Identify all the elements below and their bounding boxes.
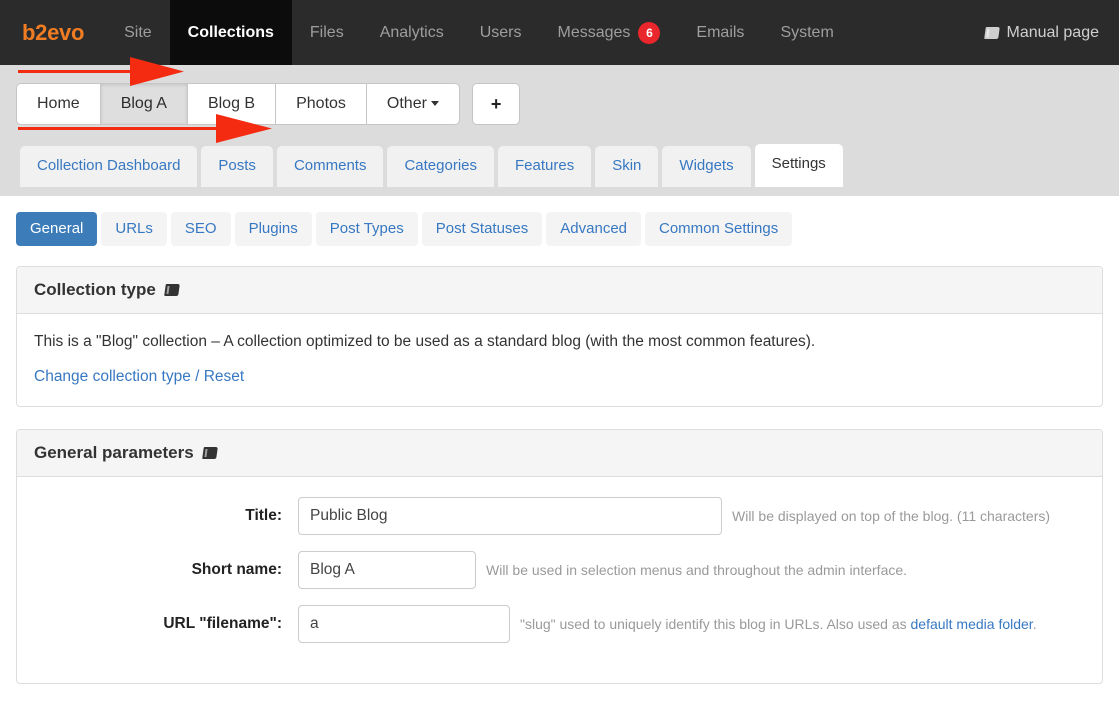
topnav-item-files[interactable]: Files	[292, 0, 362, 65]
sub-tab-plugins[interactable]: Plugins	[234, 212, 312, 246]
manual-page-label: Manual page	[1006, 23, 1099, 41]
section-tab-label: Posts	[218, 157, 256, 174]
sub-tab-post-statuses[interactable]: Post Statuses	[421, 212, 543, 246]
topnav-item-analytics[interactable]: Analytics	[362, 0, 462, 65]
chevron-down-icon	[430, 101, 439, 107]
topnav-label: Users	[479, 23, 522, 41]
sub-tab-label: SEO	[184, 220, 217, 237]
general-parameters-panel: General parameters Title: Will be displa…	[16, 57, 1103, 684]
collection-type-description: This is a "Blog" collection – A collecti…	[34, 333, 816, 350]
change-collection-type-link[interactable]: Change collection type / Reset	[34, 368, 244, 385]
topnav-label: Site	[124, 23, 152, 41]
sub-tab-common-settings[interactable]: Common Settings	[645, 212, 793, 246]
url-filename-field-label: URL "filename":	[163, 615, 282, 632]
section-tabs: Collection Dashboard Posts Comments Cate…	[16, 144, 1119, 187]
general-parameters-panel-header: General parameters	[17, 430, 1102, 477]
sub-tab-seo[interactable]: SEO	[170, 212, 231, 246]
sub-tab-label: URLs	[115, 220, 153, 237]
collection-tab-label: Blog A	[120, 95, 167, 112]
default-media-folder-link[interactable]: default media folder	[911, 616, 1033, 632]
sub-tab-label: Plugins	[248, 220, 298, 237]
collection-tab-label: Home	[37, 95, 80, 112]
sub-tab-label: General	[30, 220, 84, 237]
form-row-short-name: Short name: Will be used in selection me…	[34, 551, 1085, 589]
section-tab-label: Skin	[612, 157, 642, 174]
panel-title: Collection type	[34, 280, 156, 299]
collection-tab-other[interactable]: Other	[365, 83, 460, 125]
add-collection-button[interactable]: +	[471, 83, 521, 125]
section-tab-label: Collection Dashboard	[37, 157, 181, 174]
general-parameters-form: Title: Will be displayed on top of the b…	[17, 57, 1102, 683]
topnav-label: Emails	[696, 23, 745, 41]
section-tab-label: Widgets	[679, 157, 734, 174]
top-nav-items: Site Collections Files Analytics Users M…	[106, 0, 1119, 65]
form-row-url-filename: URL "filename": "slug" used to uniquely …	[34, 605, 1085, 643]
help-text-before: "slug" used to uniquely identify this bl…	[520, 616, 911, 632]
manual-book-icon[interactable]	[202, 447, 218, 459]
short-name-field-label: Short name:	[191, 561, 282, 578]
collection-type-panel-body: This is a "Blog" collection – A collecti…	[17, 314, 1102, 406]
collection-tab-photos[interactable]: Photos	[275, 83, 366, 125]
section-tab-settings[interactable]: Settings	[754, 144, 843, 187]
topnav-item-collections[interactable]: Collections	[169, 0, 292, 65]
form-row-title: Title: Will be displayed on top of the b…	[34, 497, 1085, 535]
section-tab-categories[interactable]: Categories	[387, 146, 495, 187]
sub-tab-urls[interactable]: URLs	[101, 212, 167, 246]
main-content: General URLs SEO Plugins Post Types Post…	[0, 57, 1119, 684]
collection-type-panel-header: Collection type	[17, 267, 1102, 314]
collection-tab-blog-b[interactable]: Blog B	[186, 83, 276, 125]
topnav-label: System	[780, 23, 834, 41]
collection-tab-label: Other	[386, 95, 427, 112]
manual-book-icon[interactable]	[164, 284, 180, 296]
manual-book-icon	[985, 27, 1001, 39]
section-tab-widgets[interactable]: Widgets	[662, 146, 751, 187]
brand-logo[interactable]: b2evo	[0, 0, 106, 65]
sub-tab-label: Advanced	[560, 220, 627, 237]
messages-count-badge: 6	[638, 21, 661, 44]
collection-tab-label: Photos	[296, 95, 346, 112]
sub-tab-post-types[interactable]: Post Types	[315, 212, 418, 246]
section-tab-comments[interactable]: Comments	[276, 146, 384, 187]
sub-tab-advanced[interactable]: Advanced	[546, 212, 641, 246]
topnav-label: Messages	[557, 23, 631, 41]
section-tab-collection-dashboard[interactable]: Collection Dashboard	[20, 146, 198, 187]
section-tab-features[interactable]: Features	[498, 146, 592, 187]
topnav-item-site[interactable]: Site	[106, 0, 170, 65]
collection-tab-label: Blog B	[207, 95, 256, 112]
sub-tab-general[interactable]: General	[16, 212, 98, 246]
collection-tabs: Home Blog A Blog B Photos Other +	[16, 83, 1119, 125]
url-filename-input[interactable]	[298, 605, 510, 643]
title-input[interactable]	[298, 497, 722, 535]
title-field-label: Title:	[245, 507, 282, 524]
top-navigation-bar: b2evo Site Collections Files Analytics U…	[0, 0, 1119, 65]
sub-tab-label: Common Settings	[659, 220, 779, 237]
topnav-item-system[interactable]: System	[762, 0, 851, 65]
short-name-input[interactable]	[298, 551, 476, 589]
url-filename-field-help: "slug" used to uniquely identify this bl…	[520, 616, 1037, 632]
manual-page-link[interactable]: Manual page	[985, 0, 1119, 65]
section-tab-skin[interactable]: Skin	[595, 146, 659, 187]
collection-type-panel: Collection type This is a "Blog" collect…	[16, 266, 1103, 407]
topnav-label: Collections	[187, 23, 274, 41]
topnav-label: Files	[309, 23, 344, 41]
topnav-item-users[interactable]: Users	[462, 0, 540, 65]
section-tab-label: Categories	[404, 157, 478, 174]
section-tab-posts[interactable]: Posts	[201, 146, 273, 187]
title-field-help: Will be displayed on top of the blog. (1…	[732, 508, 1051, 524]
panel-title: General parameters	[34, 443, 194, 462]
section-tab-label: Comments	[293, 157, 367, 174]
help-text-after: .	[1032, 616, 1037, 632]
collection-tab-home[interactable]: Home	[16, 83, 100, 125]
sub-tab-label: Post Statuses	[435, 220, 529, 237]
section-tab-label: Settings	[771, 155, 826, 172]
collection-tab-blog-a[interactable]: Blog A	[99, 83, 187, 125]
sub-tab-label: Post Types	[329, 220, 404, 237]
topnav-label: Analytics	[379, 23, 444, 41]
section-tab-label: Features	[515, 157, 575, 174]
short-name-field-help: Will be used in selection menus and thro…	[486, 562, 908, 578]
topnav-item-emails[interactable]: Emails	[678, 0, 762, 65]
settings-sub-tabs: General URLs SEO Plugins Post Types Post…	[16, 212, 1103, 246]
collection-tabs-band: Home Blog A Blog B Photos Other + Collec…	[0, 65, 1119, 196]
topnav-item-messages[interactable]: Messages 6	[540, 0, 679, 65]
